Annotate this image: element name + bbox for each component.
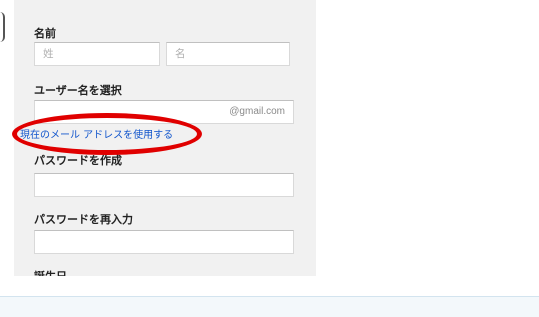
create-password-input[interactable] [34,173,294,197]
page: 名前 姓 名 ユーザー名を選択 @gmail.com パスワードを作成 パスワー… [0,0,539,317]
name-label: 名前 [34,27,56,40]
panel-edge-decoration [0,12,5,42]
username-label: ユーザー名を選択 [34,84,122,97]
gmail-suffix: @gmail.com [229,106,285,117]
username-input[interactable]: @gmail.com [34,100,294,124]
create-password-label: パスワードを作成 [34,154,122,167]
footer-bar [0,296,539,317]
last-name-input[interactable]: 姓 [34,42,160,66]
first-name-input[interactable]: 名 [166,42,290,66]
confirm-password-input[interactable] [34,230,294,254]
use-current-email-link[interactable]: 現在のメール アドレスを使用する [20,126,173,141]
birthday-label: 誕生日 [34,268,67,276]
confirm-password-label: パスワードを再入力 [34,213,133,226]
